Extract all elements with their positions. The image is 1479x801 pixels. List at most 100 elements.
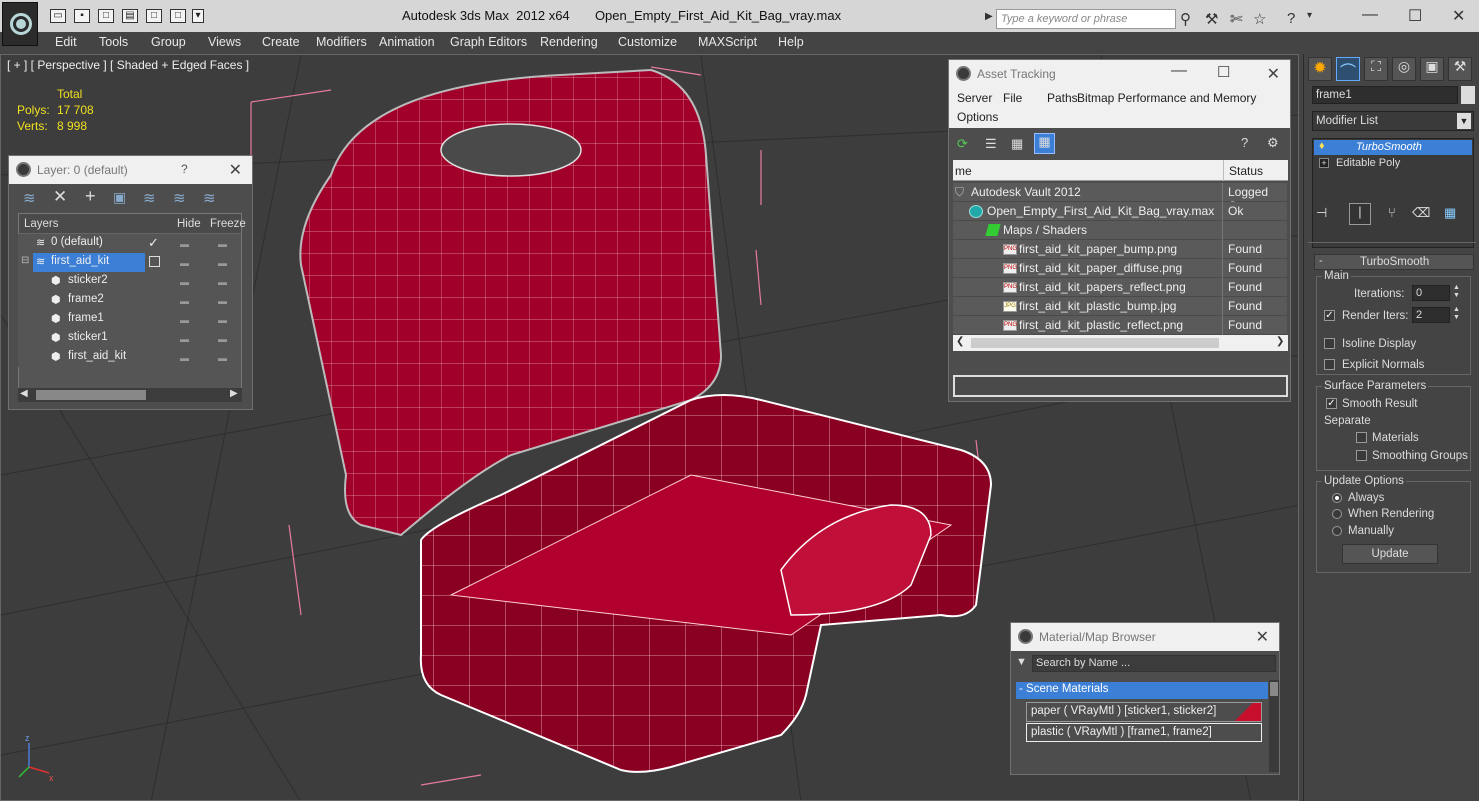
material-search-input[interactable]: Search by Name ... (1032, 655, 1276, 672)
binoculars-icon[interactable]: ⚲ (1180, 10, 1191, 28)
material-scrollbar[interactable] (1269, 680, 1279, 772)
bulb-icon[interactable]: ♦ (1319, 140, 1325, 152)
menu-create[interactable]: Create (262, 35, 300, 49)
layer-row[interactable]: ⬢ frame2 ▬ ▬ (18, 291, 240, 310)
highlight-layer-icon[interactable]: ≋ (143, 189, 156, 207)
layer-row[interactable]: ⬢ frame1 ▬ ▬ (18, 310, 240, 329)
scroll-right-icon[interactable]: ▶ (230, 388, 238, 399)
scroll-left-icon[interactable]: ◀ (20, 388, 28, 399)
scroll-thumb[interactable] (971, 338, 1219, 348)
menu-tools[interactable]: Tools (99, 35, 128, 49)
close-icon[interactable]: ✕ (229, 160, 242, 180)
col-hide[interactable]: Hide (177, 218, 201, 230)
asset-scrollbar[interactable]: ❮ ❯ (953, 335, 1288, 351)
app-menu-button[interactable] (2, 2, 38, 46)
table-view-icon[interactable]: ▦ (1034, 133, 1055, 154)
menu-paths[interactable]: Paths (1047, 91, 1078, 105)
remove-modifier-icon[interactable]: ⌫ (1412, 205, 1430, 221)
search-input[interactable]: Type a keyword or phrase (996, 9, 1176, 29)
help-icon[interactable]: ? (1241, 135, 1248, 150)
menu-graph-editors[interactable]: Graph Editors (450, 35, 527, 49)
make-unique-icon[interactable]: ⑂ (1388, 205, 1396, 220)
object-name-field[interactable]: frame1 (1312, 86, 1458, 104)
hide-all-icon[interactable]: ≋ (173, 189, 186, 207)
minimize-icon[interactable]: — (1362, 6, 1378, 24)
col-name[interactable]: me (955, 164, 972, 178)
turbosmooth-rollout-header[interactable]: - TurboSmooth (1314, 254, 1474, 270)
add-to-layer-icon[interactable]: + (85, 186, 96, 207)
material-item[interactable]: plastic ( VRayMtl ) [frame1, frame2] (1026, 723, 1262, 742)
close-icon[interactable]: ✕ (1267, 64, 1280, 84)
settings-icon[interactable]: ⚙ (1267, 135, 1279, 151)
asset-row[interactable]: PNG first_aid_kit_papers_reflect.png Fou… (953, 278, 1287, 297)
menu-group[interactable]: Group (151, 35, 186, 49)
maximize-icon[interactable]: ☐ (1408, 6, 1422, 26)
delete-layer-icon[interactable]: ✕ (53, 187, 67, 207)
asset-row[interactable]: JPG first_aid_kit_plastic_bump.jpg Found (953, 297, 1287, 316)
utilities-tab-icon[interactable]: ⚒ (1448, 57, 1472, 81)
hierarchy-tab-icon[interactable]: ⛶ (1364, 57, 1388, 81)
tools-icon[interactable]: ✄ (1230, 10, 1243, 28)
asset-row[interactable]: Maps / Shaders (953, 221, 1287, 240)
viewport-label[interactable]: [ + ] [ Perspective ] [ Shaded + Edged F… (7, 58, 249, 72)
render-iters-checkbox[interactable]: ✓ (1324, 310, 1335, 321)
asset-row[interactable]: Open_Empty_First_Aid_Kit_Bag_vray.max Ok (953, 202, 1287, 221)
menu-options[interactable]: Options (957, 110, 998, 124)
help-dropdown-icon[interactable]: ▾ (1307, 10, 1312, 21)
show-end-result-icon[interactable]: | (1349, 203, 1371, 225)
isoline-display-checkbox[interactable] (1324, 338, 1335, 349)
configure-sets-icon[interactable]: ▦ (1444, 205, 1456, 221)
wrench-icon[interactable]: ⚒ (1205, 10, 1218, 28)
close-icon[interactable]: ✕ (1256, 627, 1269, 647)
material-item[interactable]: paper ( VRayMtl ) [sticker1, sticker2] (1026, 702, 1262, 722)
when-rendering-radio[interactable] (1332, 509, 1342, 519)
smooth-result-checkbox[interactable]: ✓ (1326, 398, 1337, 409)
layer-row[interactable]: ≋ 0 (default) ✓ ▬ ▬ (18, 234, 240, 253)
menu-animation[interactable]: Animation (379, 35, 435, 49)
new-icon[interactable]: □ (98, 9, 114, 23)
help-button[interactable]: ? (181, 162, 188, 176)
layer-row[interactable]: ⬢ sticker1 ▬ ▬ (18, 329, 240, 348)
scroll-right-icon[interactable]: ❯ (1276, 336, 1284, 347)
modify-tab-icon[interactable]: ⌒ (1336, 57, 1360, 81)
menu-modifiers[interactable]: Modifiers (316, 35, 367, 49)
manually-radio[interactable] (1332, 526, 1342, 536)
col-layers[interactable]: Layers (24, 218, 59, 230)
refresh-icon[interactable]: ⟳ (957, 136, 968, 152)
help-icon[interactable]: ? (1287, 10, 1295, 27)
layer-row[interactable]: ⬢ sticker2 ▬ ▬ (18, 272, 240, 291)
pin-stack-icon[interactable]: ⊣ (1316, 205, 1327, 221)
menu-bitmap-performance[interactable]: Bitmap Performance and Memory (1077, 91, 1256, 105)
open-icon[interactable]: ▭ (50, 9, 66, 23)
object-color-swatch[interactable] (1461, 86, 1475, 104)
make-current-icon[interactable] (149, 256, 160, 267)
menu-edit[interactable]: Edit (55, 35, 77, 49)
project-icon[interactable]: □ (170, 9, 186, 23)
menu-help[interactable]: Help (778, 35, 804, 49)
separate-smoothing-groups-checkbox[interactable] (1356, 450, 1367, 461)
motion-tab-icon[interactable]: ◎ (1392, 57, 1416, 81)
layer-row[interactable]: ⊟ ≋ first_aid_kit ▬ ▬ (18, 253, 240, 272)
always-radio[interactable] (1332, 493, 1342, 503)
fetch-icon[interactable]: □ (146, 9, 162, 23)
asset-row[interactable]: ⛉ Autodesk Vault 2012 Logged Ou (953, 183, 1287, 213)
render-iters-spinner[interactable]: 2 (1412, 307, 1450, 323)
minimize-icon[interactable]: — (1171, 62, 1187, 80)
asset-row[interactable]: PNG first_aid_kit_paper_bump.png Found (953, 240, 1287, 259)
spinner-arrows-icon[interactable]: ▲ ▼ (1453, 306, 1460, 322)
options-dropdown-icon[interactable]: ▼ (1016, 656, 1027, 668)
modifier-stack-item[interactable]: + Editable Poly (1314, 156, 1472, 171)
new-layer-icon[interactable]: ≋ (23, 189, 36, 207)
expand-arrow-icon[interactable]: ▶ (985, 11, 993, 22)
explicit-normals-checkbox[interactable] (1324, 359, 1335, 370)
layer-row[interactable]: ⬢ first_aid_kit ▬ ▬ (18, 348, 240, 367)
col-freeze[interactable]: Freeze (210, 218, 246, 230)
list-view-icon[interactable]: ☰ (985, 136, 997, 152)
scroll-thumb[interactable] (36, 390, 146, 400)
save-icon[interactable]: ▪ (74, 9, 90, 23)
hold-icon[interactable]: ▤ (122, 9, 138, 23)
col-status[interactable]: Status (1229, 164, 1263, 178)
asset-tracking-titlebar[interactable]: Asset Tracking — ☐ ✕ (949, 60, 1290, 88)
material-browser-titlebar[interactable]: Material/Map Browser ✕ (1011, 623, 1279, 651)
asset-row[interactable]: PNG first_aid_kit_plastic_reflect.png Fo… (953, 316, 1287, 335)
